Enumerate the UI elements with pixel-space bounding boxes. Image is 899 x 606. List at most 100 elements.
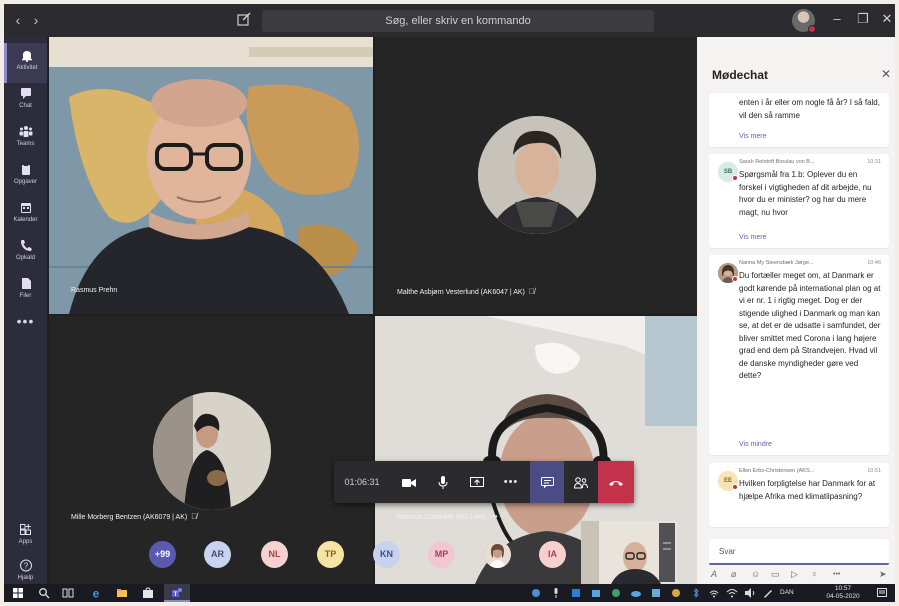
see-more-link[interactable]: Vis mere	[739, 234, 767, 241]
keyboard-language[interactable]: DAN	[780, 589, 794, 597]
see-more-link[interactable]: Vis mere	[739, 133, 767, 140]
participant-avatar[interactable]: NL	[261, 541, 288, 568]
mic-off-icon: 🎙̸	[191, 512, 198, 521]
chat-message[interactable]: enten i år eller om nogle få år? I så fa…	[709, 93, 889, 147]
rail-item-tasks[interactable]: Opgaver	[4, 157, 47, 197]
participant-avatar[interactable]: KN	[373, 541, 400, 568]
participant-initials: MP	[434, 549, 449, 559]
emoji-icon[interactable]: ☺	[751, 569, 760, 579]
windows-start-icon[interactable]	[12, 587, 24, 599]
rail-label: Opgaver	[13, 179, 37, 185]
tray-app-icon[interactable]	[610, 587, 622, 599]
tray-mic-icon[interactable]	[550, 587, 562, 599]
share-screen-icon	[470, 477, 484, 488]
participant-avatar-overflow[interactable]: +99	[149, 541, 176, 568]
profile-avatar[interactable]	[792, 9, 816, 33]
windows-taskbar: e T DAN 10:57 04-05-2020	[4, 584, 895, 602]
more-apps-button[interactable]: •••	[4, 313, 47, 329]
close-button[interactable]: ✕	[877, 11, 895, 27]
gif-icon[interactable]: ▭	[771, 569, 780, 580]
participant-avatar[interactable]: TP	[317, 541, 344, 568]
rail-label: Kalender	[13, 217, 38, 223]
back-button[interactable]: ‹	[10, 12, 26, 28]
rail-item-activity[interactable]: Aktivitet	[4, 43, 47, 83]
new-chat-icon[interactable]	[236, 11, 252, 27]
see-less-link[interactable]: Vis mindre	[739, 441, 772, 448]
sticker-icon[interactable]: ▷	[791, 569, 798, 580]
taskbar-teams-active[interactable]: T	[164, 584, 190, 602]
task-view-icon[interactable]	[62, 587, 74, 599]
more-actions-button[interactable]: •••	[494, 461, 528, 503]
status-busy-icon	[732, 175, 738, 181]
rail-item-calls[interactable]: Opkald	[4, 233, 47, 273]
file-explorer-icon[interactable]	[116, 587, 128, 599]
call-controls: 01:06:31 •••	[334, 461, 634, 503]
forward-button[interactable]: ›	[28, 12, 44, 28]
search-icon[interactable]	[38, 587, 50, 599]
search-input[interactable]: Søg, eller skriv en kommando	[262, 10, 654, 32]
tray-app-icon[interactable]	[650, 587, 662, 599]
rail-item-teams[interactable]: Teams	[4, 119, 47, 159]
teams-window: ‹ › Søg, eller skriv en kommando – ❐ ✕ A…	[4, 4, 895, 602]
taskbar-clock[interactable]: 10:57 04-05-2020	[822, 585, 864, 601]
title-bar: ‹ › Søg, eller skriv en kommando – ❐ ✕	[4, 4, 895, 37]
format-icon[interactable]: A	[711, 569, 717, 579]
rail-item-calendar[interactable]: Kalender	[4, 195, 47, 235]
tray-app-icon[interactable]	[530, 587, 542, 599]
participant-avatar[interactable]: AR	[204, 541, 231, 568]
rail-item-apps[interactable]: Apps	[4, 517, 47, 557]
tray-app-icon[interactable]	[670, 587, 682, 599]
chat-message[interactable]: Nanna My Steensbæk Jørge... 10:46 Du for…	[709, 255, 889, 455]
video-tile-malthe[interactable]: Malthe Asbjørn Vesterlund (AK6047 | AK) 🎙…	[375, 37, 697, 314]
show-chat-button[interactable]	[530, 461, 564, 503]
participant-avatar[interactable]: IA	[539, 541, 566, 568]
store-icon[interactable]	[142, 587, 154, 599]
network-icon[interactable]	[708, 587, 720, 599]
hang-up-button[interactable]	[598, 461, 634, 503]
status-busy-icon	[808, 25, 816, 33]
show-participants-button[interactable]	[564, 461, 598, 503]
maximize-button[interactable]: ❐	[853, 11, 873, 27]
rail-item-chat[interactable]: Chat	[4, 81, 47, 121]
participant-initials: +99	[154, 549, 171, 559]
mic-button[interactable]	[426, 461, 460, 503]
svg-text:e: e	[93, 587, 100, 599]
onedrive-icon[interactable]	[630, 587, 642, 599]
video-tile-rasmus-prehn[interactable]: Rasmus Prehn	[49, 37, 373, 314]
wifi-icon[interactable]	[726, 587, 738, 599]
participant-name: Rasmus Damkilde (RD | AK) •••	[397, 512, 498, 521]
teams-app-icon: T	[172, 588, 182, 598]
participant-avatar-photo[interactable]	[484, 541, 511, 568]
rail-label: Chat	[19, 103, 32, 109]
meeting-chat-panel: Mødechat ✕ enten i år eller om nogle få …	[697, 37, 895, 584]
close-chat-button[interactable]: ✕	[881, 67, 891, 81]
camera-button[interactable]	[392, 461, 426, 503]
message-author: Ellen Erbs-Christensen (AKS...	[739, 468, 815, 474]
camera-icon	[402, 479, 416, 488]
file-icon	[21, 278, 31, 289]
tray-app-icon[interactable]	[590, 587, 602, 599]
self-preview[interactable]	[581, 521, 677, 584]
minimize-button[interactable]: –	[827, 11, 847, 26]
chat-message[interactable]: SB Sarah Reintoft Breslau von B... 10:31…	[709, 154, 889, 248]
chat-message[interactable]: EE Ellen Erbs-Christensen (AKS... 10:51 …	[709, 463, 889, 527]
attach-icon[interactable]: ⌀	[731, 569, 736, 580]
participant-avatar[interactable]: MP	[428, 541, 455, 568]
participant-name: Mille Morberg Bentzen (AK6079 | AK) 🎙̸	[71, 512, 198, 521]
share-screen-button[interactable]	[460, 461, 494, 503]
volume-icon[interactable]	[744, 587, 756, 599]
self-video-image	[581, 521, 677, 584]
send-icon[interactable]: ➤	[879, 569, 887, 580]
rail-item-files[interactable]: Filer	[4, 271, 47, 311]
edge-browser-icon[interactable]: e	[90, 587, 102, 599]
participants-icon	[573, 477, 588, 489]
more-options-icon[interactable]: •••	[833, 571, 840, 578]
bluetooth-icon[interactable]	[690, 587, 702, 599]
praise-icon[interactable]: ♀	[811, 569, 818, 579]
reply-input[interactable]: Svar	[709, 539, 889, 565]
message-text: Hvilken forpligtelse har Danmark for at …	[739, 479, 876, 501]
tray-app-icon[interactable]	[570, 587, 582, 599]
pen-icon[interactable]	[762, 587, 774, 599]
rail-label: Filer	[19, 293, 32, 299]
notifications-icon[interactable]	[876, 587, 888, 599]
